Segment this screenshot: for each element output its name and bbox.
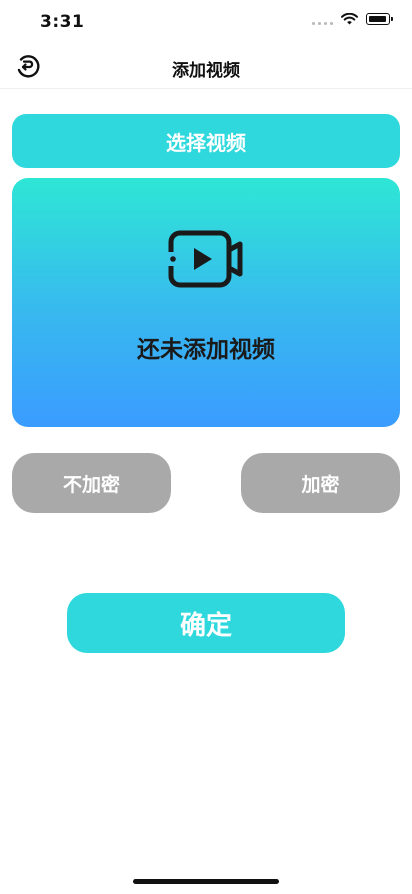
page-title: 添加视频 <box>172 61 240 81</box>
wifi-icon <box>341 13 358 25</box>
no-encrypt-button[interactable]: 不加密 <box>12 453 171 513</box>
battery-icon <box>366 13 393 25</box>
select-video-button[interactable]: 选择视频 <box>12 114 400 168</box>
encrypt-button[interactable]: 加密 <box>241 453 400 513</box>
nav-bar: 添加视频 <box>0 44 412 89</box>
status-time: 3:31 <box>40 12 85 32</box>
confirm-button[interactable]: 确定 <box>67 593 345 653</box>
status-icons <box>312 13 393 25</box>
empty-state-text: 还未添加视频 <box>137 337 275 363</box>
status-bar: 3:31 <box>0 0 412 44</box>
video-preview-area[interactable]: 还未添加视频 <box>12 178 400 427</box>
signal-dots-icon <box>312 13 333 25</box>
video-camera-icon <box>168 230 243 288</box>
home-indicator <box>133 879 279 884</box>
